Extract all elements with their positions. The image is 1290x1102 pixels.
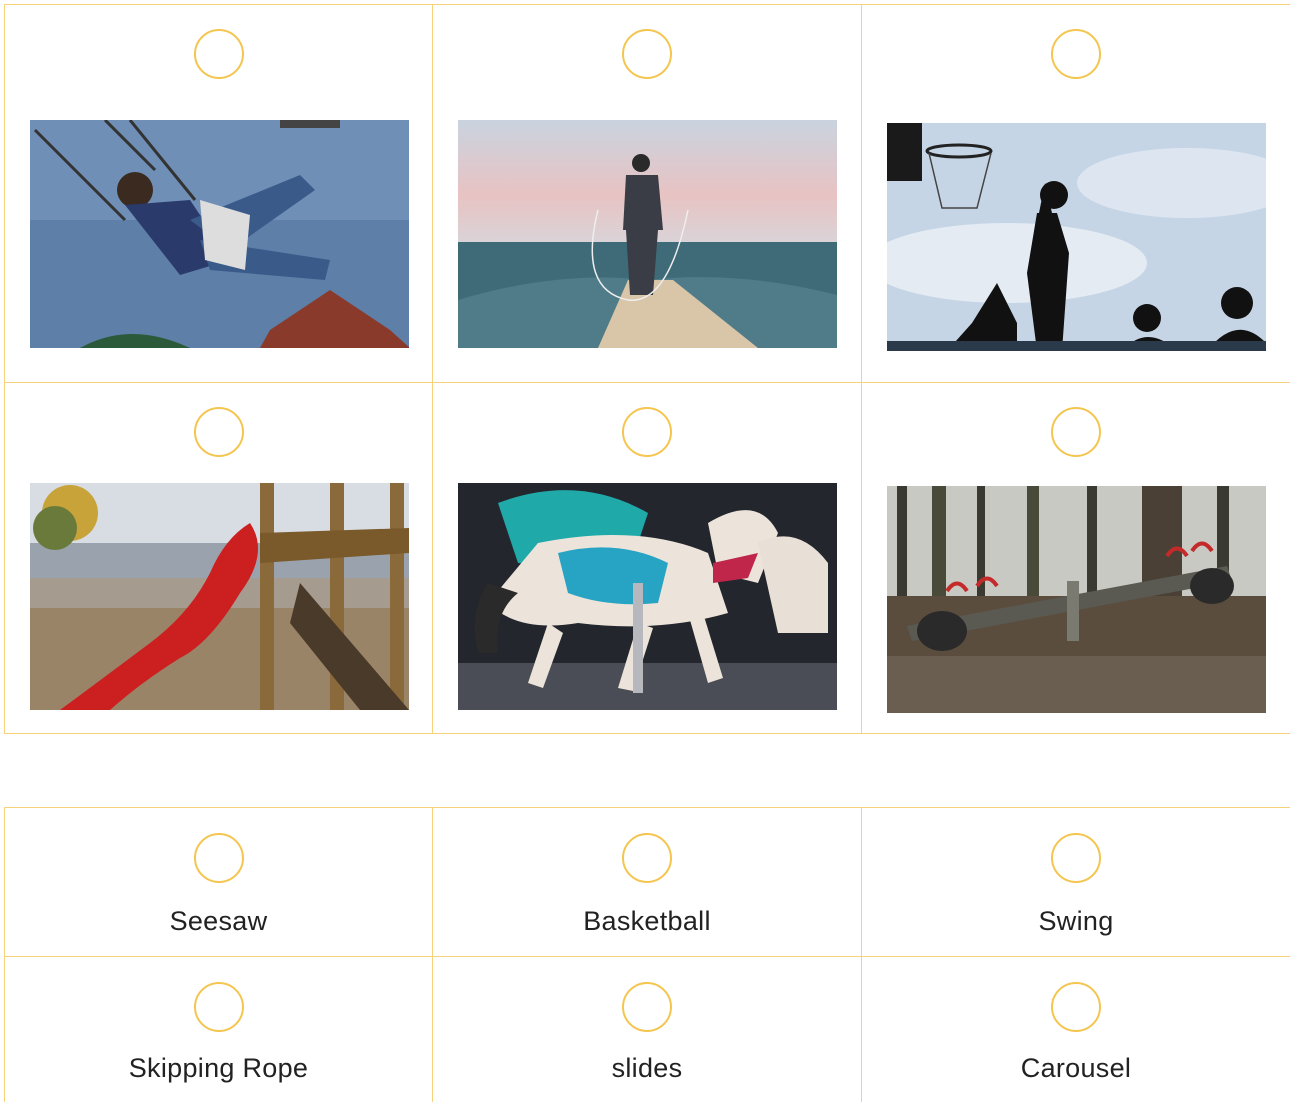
radio-button[interactable] xyxy=(1051,833,1101,883)
image-option-basketball[interactable] xyxy=(862,5,1290,383)
image-option-slide[interactable] xyxy=(5,383,433,734)
label-option[interactable]: slides xyxy=(433,957,862,1102)
skipping-rope-photo-icon xyxy=(458,120,837,348)
swing-photo-icon xyxy=(30,120,409,348)
image-options-grid xyxy=(4,4,1290,734)
radio-button[interactable] xyxy=(622,833,672,883)
basketball-photo-icon xyxy=(887,123,1266,351)
label-text: Carousel xyxy=(1020,1053,1132,1083)
seesaw-photo-icon xyxy=(887,486,1266,713)
radio-button[interactable] xyxy=(1051,29,1101,79)
radio-button[interactable] xyxy=(622,982,672,1032)
image-option-swing[interactable] xyxy=(5,5,433,383)
image-option-skipping-rope[interactable] xyxy=(433,5,862,383)
label-options-grid: Seesaw Basketball Swing Skipping Rope sl… xyxy=(4,807,1290,1102)
radio-button[interactable] xyxy=(1051,407,1101,457)
label-text: Skipping Rope xyxy=(128,1053,309,1083)
label-text: slides xyxy=(611,1053,683,1083)
label-option[interactable]: Carousel xyxy=(862,957,1290,1102)
radio-button[interactable] xyxy=(193,407,244,457)
radio-button[interactable] xyxy=(1051,982,1101,1032)
slide-photo-icon xyxy=(30,483,409,710)
label-text: Basketball xyxy=(583,906,711,936)
carousel-photo-icon xyxy=(458,483,837,710)
label-text: Swing xyxy=(1038,906,1114,936)
radio-button[interactable] xyxy=(193,29,244,79)
label-option[interactable]: Skipping Rope xyxy=(5,957,433,1102)
label-option[interactable]: Seesaw xyxy=(5,808,433,957)
radio-button[interactable] xyxy=(193,982,244,1032)
image-option-seesaw[interactable] xyxy=(862,383,1290,734)
image-option-carousel[interactable] xyxy=(433,383,862,734)
radio-button[interactable] xyxy=(622,29,672,79)
label-option[interactable]: Basketball xyxy=(433,808,862,957)
radio-button[interactable] xyxy=(193,833,244,883)
label-option[interactable]: Swing xyxy=(862,808,1290,957)
radio-button[interactable] xyxy=(622,407,672,457)
label-text: Seesaw xyxy=(169,906,268,936)
